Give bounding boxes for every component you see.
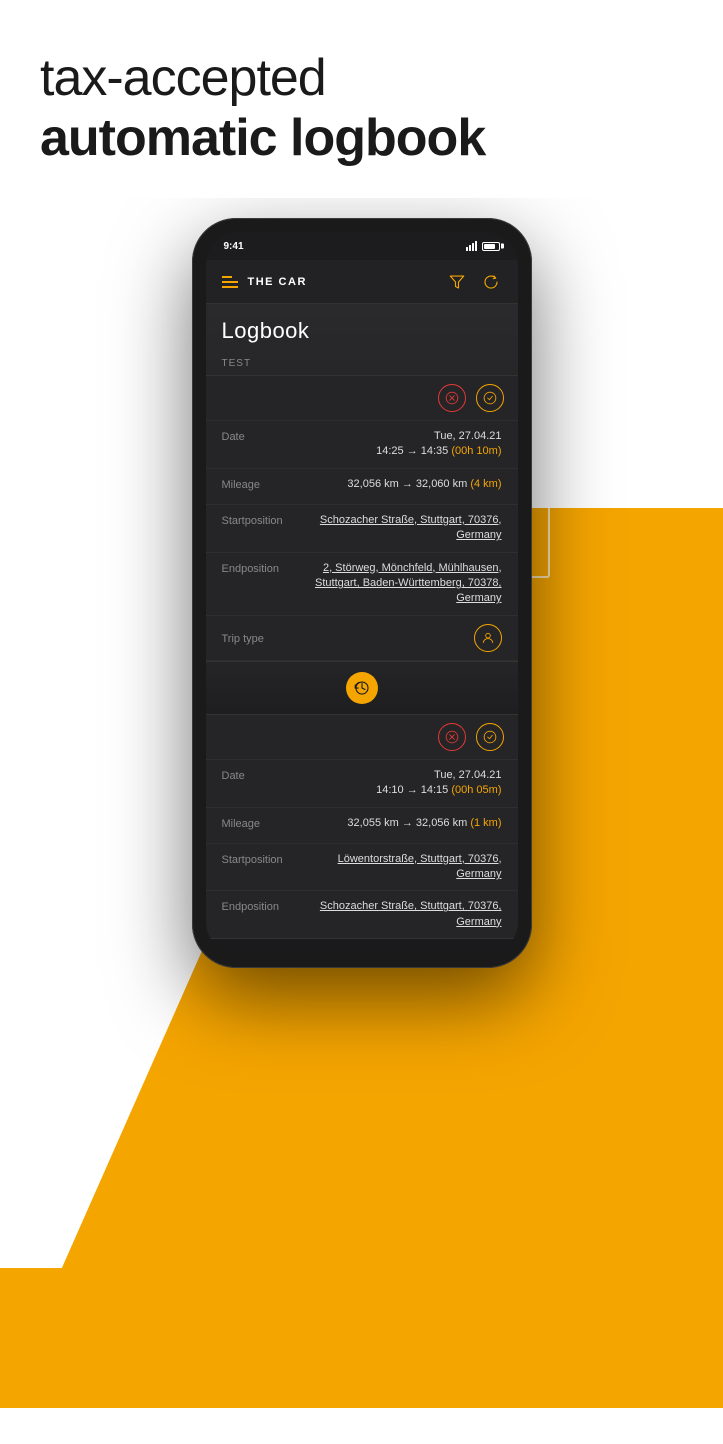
- accept-button-1[interactable]: [476, 384, 504, 412]
- sync-section: [206, 662, 518, 714]
- status-icons: [466, 241, 500, 251]
- endposition-value-2[interactable]: Schozacher Straße, Stuttgart, 70376, Ger…: [302, 899, 502, 930]
- startposition-value-1[interactable]: Schozacher Straße, Stuttgart, 70376, Ger…: [302, 513, 502, 544]
- phone-frame: 9:41: [192, 218, 532, 968]
- section-test-label: TEST: [206, 352, 518, 375]
- sync-button[interactable]: [346, 672, 378, 704]
- startposition-label-1: Startposition: [222, 513, 292, 527]
- trip-type-person-button[interactable]: [474, 624, 502, 652]
- x-icon: [445, 391, 459, 405]
- trip-1-type-row: Trip type: [206, 616, 518, 661]
- mileage-label-2: Mileage: [222, 816, 292, 830]
- endposition-label-1: Endposition: [222, 561, 292, 575]
- check-icon-2: [483, 730, 497, 744]
- phone-wrapper: 9:41: [192, 218, 532, 968]
- date-label-1: Date: [222, 429, 292, 443]
- trip-2-mileage-row: Mileage 32,055 km → 32,056 km (1 km): [206, 808, 518, 844]
- endposition-label-2: Endposition: [222, 899, 292, 913]
- nav-bar: THE CAR: [206, 260, 518, 304]
- mileage-value-2: 32,055 km → 32,056 km (1 km): [347, 816, 501, 831]
- status-time: 9:41: [224, 241, 244, 252]
- bracket-left-decoration: [174, 533, 194, 653]
- sync-icon: [353, 679, 371, 697]
- hamburger-menu-button[interactable]: [222, 276, 238, 288]
- page-wrapper: 9:41: [0, 198, 723, 1408]
- nav-right: [446, 271, 502, 293]
- phone-screen: 9:41: [206, 232, 518, 954]
- trip-1-start-row: Startposition Schozacher Straße, Stuttga…: [206, 505, 518, 553]
- nav-left: THE CAR: [222, 276, 307, 288]
- trip-2-date-row: Date Tue, 27.04.21 14:10 → 14:15 (00h 05…: [206, 760, 518, 808]
- check-icon: [483, 391, 497, 405]
- startposition-label-2: Startposition: [222, 852, 292, 866]
- date-value-2: Tue, 27.04.21 14:10 → 14:15 (00h 05m): [376, 768, 501, 799]
- hero-bold-text: automatic logbook: [40, 108, 683, 168]
- trip-card-2: Date Tue, 27.04.21 14:10 → 14:15 (00h 05…: [206, 714, 518, 939]
- refresh-icon: [482, 273, 500, 291]
- status-bar: 9:41: [206, 232, 518, 260]
- filter-icon: [448, 273, 466, 291]
- trip-1-actions: [206, 376, 518, 421]
- reject-button-2[interactable]: [438, 723, 466, 751]
- mileage-value-1: 32,056 km → 32,060 km (4 km): [347, 477, 501, 492]
- hero-thin-text: tax-accepted: [40, 48, 683, 108]
- x-icon-2: [445, 730, 459, 744]
- trip-2-end-row: Endposition Schozacher Straße, Stuttgart…: [206, 891, 518, 938]
- bottom-orange-section: [0, 1268, 723, 1408]
- trip-type-label-1: Trip type: [222, 631, 292, 645]
- trip-card-1: Date Tue, 27.04.21 14:25 → 14:35 (00h 10…: [206, 375, 518, 662]
- person-icon: [481, 631, 495, 645]
- bracket-right-decoration: [530, 458, 550, 578]
- reject-button-1[interactable]: [438, 384, 466, 412]
- trip-1-mileage-row: Mileage 32,056 km → 32,060 km (4 km): [206, 469, 518, 505]
- endposition-value-1[interactable]: 2, Störweg, Mönchfeld, Mühlhausen, Stutt…: [302, 561, 502, 607]
- nav-title: THE CAR: [248, 276, 307, 288]
- startposition-value-2[interactable]: Löwentorstraße, Stuttgart, 70376, German…: [302, 852, 502, 883]
- trip-1-end-row: Endposition 2, Störweg, Mönchfeld, Mühlh…: [206, 553, 518, 616]
- accept-button-2[interactable]: [476, 723, 504, 751]
- battery-icon: [482, 242, 500, 251]
- date-value-1: Tue, 27.04.21 14:25 → 14:35 (00h 10m): [376, 429, 501, 460]
- trip-2-actions: [206, 715, 518, 760]
- hero-section: tax-accepted automatic logbook: [0, 0, 723, 198]
- refresh-button[interactable]: [480, 271, 502, 293]
- trip-1-date-row: Date Tue, 27.04.21 14:25 → 14:35 (00h 10…: [206, 421, 518, 469]
- trip-2-start-row: Startposition Löwentorstraße, Stuttgart,…: [206, 844, 518, 892]
- logbook-title: Logbook: [206, 304, 518, 352]
- filter-button[interactable]: [446, 271, 468, 293]
- screen-content: Logbook TEST: [206, 304, 518, 954]
- mileage-label-1: Mileage: [222, 477, 292, 491]
- date-label-2: Date: [222, 768, 292, 782]
- signal-icon: [466, 241, 478, 251]
